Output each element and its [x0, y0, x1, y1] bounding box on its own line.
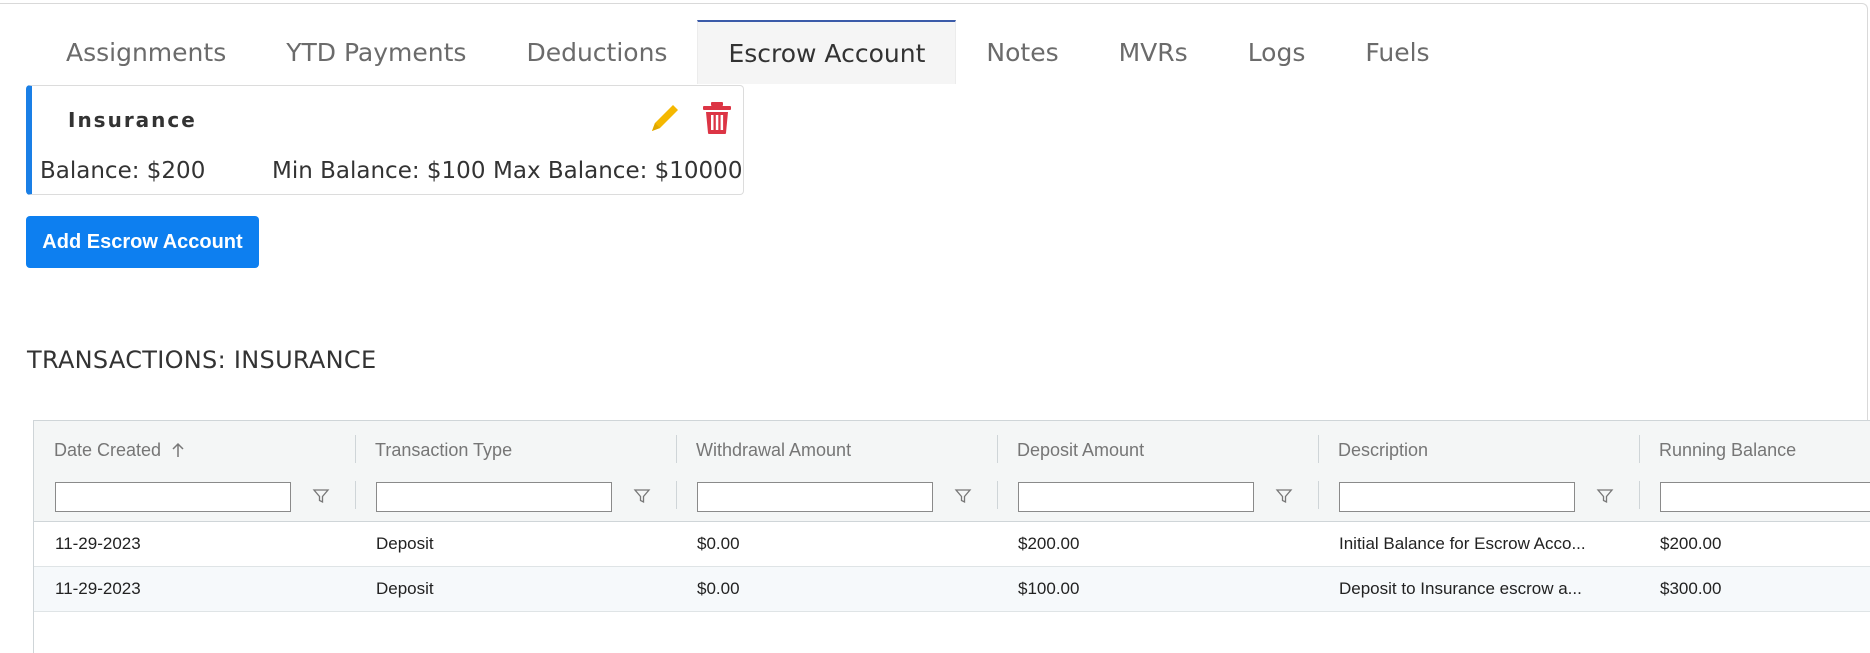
escrow-account-title: Insurance	[68, 108, 197, 132]
cell-deposit-amount: $200.00	[1018, 534, 1080, 553]
cell-withdrawal-amount: $0.00	[697, 534, 740, 553]
cell-running-balance: $300.00	[1660, 579, 1722, 598]
filter-input-description[interactable]	[1339, 482, 1575, 512]
tab-mvrs[interactable]: MVRs	[1089, 20, 1218, 84]
transactions-grid: Date Created Transaction Type Withdrawal…	[33, 420, 1870, 653]
min-balance-value: Min Balance: $100	[272, 158, 486, 184]
filter-input-date-created[interactable]	[55, 482, 291, 512]
filter-input-withdrawal-amount[interactable]	[697, 482, 933, 512]
cell-description: Initial Balance for Escrow Acco...	[1339, 534, 1586, 553]
filter-icon[interactable]	[631, 485, 653, 507]
filter-icon[interactable]	[310, 485, 332, 507]
cell-withdrawal-amount: $0.00	[697, 579, 740, 598]
grid-header: Date Created Transaction Type Withdrawal…	[34, 421, 1870, 522]
tab-escrow-account[interactable]: Escrow Account	[697, 20, 957, 84]
column-header-withdrawal-amount[interactable]: Withdrawal Amount	[696, 437, 851, 463]
filter-input-transaction-type[interactable]	[376, 482, 612, 512]
cell-date-created: 11-29-2023	[55, 534, 141, 553]
balance-value: Balance: $200	[40, 158, 206, 184]
card-actions	[647, 100, 735, 136]
table-row[interactable]: 11-29-2023 Deposit $0.00 $100.00 Deposit…	[34, 567, 1870, 611]
filter-input-running-balance[interactable]	[1660, 482, 1870, 512]
tab-bar: Assignments YTD Payments Deductions Escr…	[36, 20, 1460, 84]
tab-fuels[interactable]: Fuels	[1335, 20, 1459, 84]
trash-icon	[703, 102, 731, 134]
table-row[interactable]: 11-29-2023 Deposit $0.00 $200.00 Initial…	[34, 522, 1870, 566]
edit-escrow-button[interactable]	[647, 100, 683, 136]
tab-logs[interactable]: Logs	[1218, 20, 1336, 84]
cell-transaction-type: Deposit	[376, 579, 434, 598]
sort-ascending-icon	[171, 442, 185, 458]
delete-escrow-button[interactable]	[699, 100, 735, 136]
add-escrow-account-button[interactable]: Add Escrow Account	[26, 216, 259, 268]
cell-running-balance: $200.00	[1660, 534, 1722, 553]
tab-ytd-payments[interactable]: YTD Payments	[256, 20, 496, 84]
column-header-date-created[interactable]: Date Created	[54, 437, 185, 463]
escrow-account-card: Insurance Balance: $200 Min Balance: $100…	[26, 85, 744, 195]
transactions-title: TRANSACTIONS: INSURANCE	[27, 346, 377, 374]
max-balance-value: Max Balance: $10000	[493, 158, 743, 184]
escrow-balances: Balance: $200 Min Balance: $100 Max Balanc…	[40, 158, 742, 184]
cell-deposit-amount: $100.00	[1018, 579, 1080, 598]
column-header-deposit-amount[interactable]: Deposit Amount	[1017, 437, 1144, 463]
filter-icon[interactable]	[1594, 485, 1616, 507]
column-header-description[interactable]: Description	[1338, 437, 1428, 463]
pencil-icon	[652, 105, 678, 131]
cell-date-created: 11-29-2023	[55, 579, 141, 598]
tab-deductions[interactable]: Deductions	[496, 20, 697, 84]
cell-transaction-type: Deposit	[376, 534, 434, 553]
filter-icon[interactable]	[1273, 485, 1295, 507]
cell-description: Deposit to Insurance escrow a...	[1339, 579, 1582, 598]
filter-icon[interactable]	[952, 485, 974, 507]
column-header-running-balance[interactable]: Running Balance	[1659, 437, 1796, 463]
filter-input-deposit-amount[interactable]	[1018, 482, 1254, 512]
tab-assignments[interactable]: Assignments	[36, 20, 256, 84]
column-header-transaction-type[interactable]: Transaction Type	[375, 437, 512, 463]
tab-notes[interactable]: Notes	[956, 20, 1088, 84]
